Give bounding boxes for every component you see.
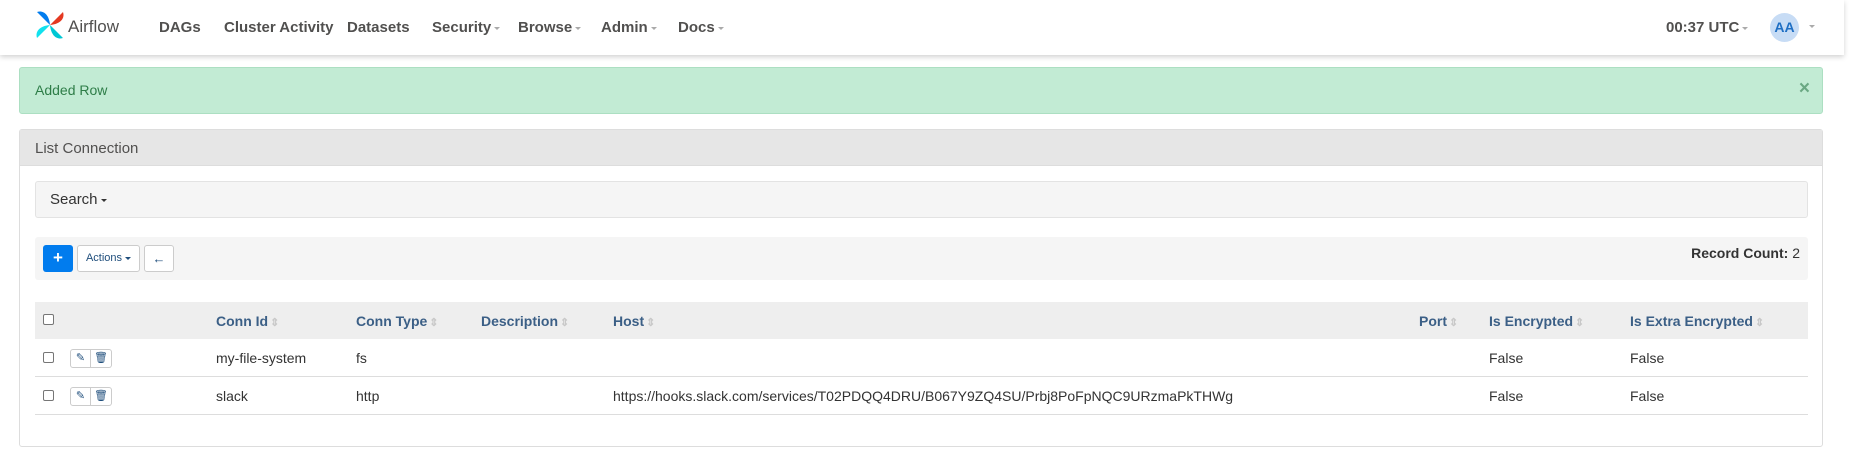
- column-header-host[interactable]: Host ⇕: [613, 313, 655, 329]
- table-row: ✎ 🗑 my-file-system fs False False: [35, 339, 1808, 377]
- chevron-down-icon: [125, 256, 132, 260]
- sort-icon: ⇕: [1754, 317, 1765, 329]
- sort-icon: ⇕: [1575, 317, 1585, 329]
- chevron-down-icon: [650, 26, 657, 30]
- cell-host: https://hooks.slack.com/services/T02PDQQ…: [613, 388, 1234, 404]
- trash-icon[interactable]: 🗑: [91, 349, 112, 368]
- cell-is-encrypted: False: [1489, 388, 1524, 404]
- row-checkbox[interactable]: [43, 390, 54, 401]
- brand-name[interactable]: Airflow: [68, 17, 119, 37]
- close-icon[interactable]: ×: [1799, 78, 1810, 100]
- panel-title: List Connection: [35, 140, 139, 157]
- nav-security[interactable]: Security: [432, 19, 501, 36]
- chevron-down-icon: [100, 198, 107, 202]
- list-toolbar: + Actions ← Record Count: 2: [35, 237, 1808, 280]
- column-header-conn-type[interactable]: Conn Type ⇕: [356, 313, 439, 329]
- cell-is-extra-encrypted: False: [1630, 388, 1665, 404]
- nav-admin[interactable]: Admin: [601, 19, 657, 36]
- chevron-down-icon: [575, 26, 582, 30]
- table-row: ✎ 🗑 slack http https://hooks.slack.com/s…: [35, 377, 1808, 415]
- column-header-is-extra-encrypted[interactable]: Is Extra Encrypted ⇕: [1630, 313, 1764, 329]
- column-header-is-encrypted[interactable]: Is Encrypted ⇕: [1489, 313, 1584, 329]
- search-toggle[interactable]: Search: [35, 181, 1808, 218]
- chevron-down-icon: [1742, 26, 1749, 30]
- actions-dropdown-button[interactable]: Actions: [77, 245, 140, 272]
- sort-icon: ⇕: [429, 317, 439, 329]
- cell-conn-type: fs: [356, 350, 367, 366]
- cell-conn-id: my-file-system: [216, 350, 307, 366]
- sort-icon: ⇕: [560, 317, 570, 329]
- nav-docs[interactable]: Docs: [678, 19, 724, 36]
- edit-icon[interactable]: ✎: [70, 387, 91, 406]
- nav-datasets[interactable]: Datasets: [347, 19, 410, 36]
- user-avatar[interactable]: AA: [1770, 13, 1799, 42]
- chevron-down-icon: [494, 26, 501, 30]
- search-label: Search: [50, 191, 107, 208]
- nav-cluster-activity[interactable]: Cluster Activity: [224, 19, 333, 36]
- table-header: Conn Id ⇕ Conn Type ⇕ Description ⇕ Host ⇕ P…: [35, 302, 1808, 339]
- chevron-down-icon[interactable]: [1809, 25, 1815, 28]
- cell-is-extra-encrypted: False: [1630, 350, 1665, 366]
- sort-icon: ⇕: [270, 317, 280, 329]
- alert-message: Added Row: [35, 82, 108, 98]
- column-header-port[interactable]: Port ⇕: [1419, 313, 1458, 329]
- airflow-logo-icon[interactable]: [33, 8, 67, 42]
- nav-browse[interactable]: Browse: [518, 19, 582, 36]
- list-connection-panel: List Connection Search + Actions ← Recor…: [19, 129, 1823, 447]
- record-count: Record Count: 2: [1691, 245, 1800, 261]
- timezone-clock[interactable]: 00:37 UTC: [1666, 19, 1749, 36]
- panel-heading: List Connection: [20, 130, 1822, 166]
- add-record-button[interactable]: +: [43, 245, 73, 272]
- select-all-checkbox[interactable]: [43, 314, 54, 325]
- row-checkbox[interactable]: [43, 352, 54, 363]
- column-header-description[interactable]: Description ⇕: [481, 313, 569, 329]
- trash-icon[interactable]: 🗑: [91, 387, 112, 406]
- chevron-down-icon: [717, 26, 724, 30]
- success-alert: Added Row ×: [19, 67, 1823, 114]
- cell-is-encrypted: False: [1489, 350, 1524, 366]
- sort-icon: ⇕: [646, 317, 656, 329]
- sort-icon: ⇕: [1449, 317, 1459, 329]
- cell-conn-type: http: [356, 388, 380, 404]
- back-button[interactable]: ←: [144, 245, 174, 272]
- nav-dags[interactable]: DAGs: [159, 19, 201, 36]
- cell-conn-id: slack: [216, 388, 248, 404]
- column-header-conn-id[interactable]: Conn Id ⇕: [216, 313, 279, 329]
- top-navbar: Airflow DAGs Cluster Activity Datasets S…: [0, 0, 1844, 55]
- edit-icon[interactable]: ✎: [70, 349, 91, 368]
